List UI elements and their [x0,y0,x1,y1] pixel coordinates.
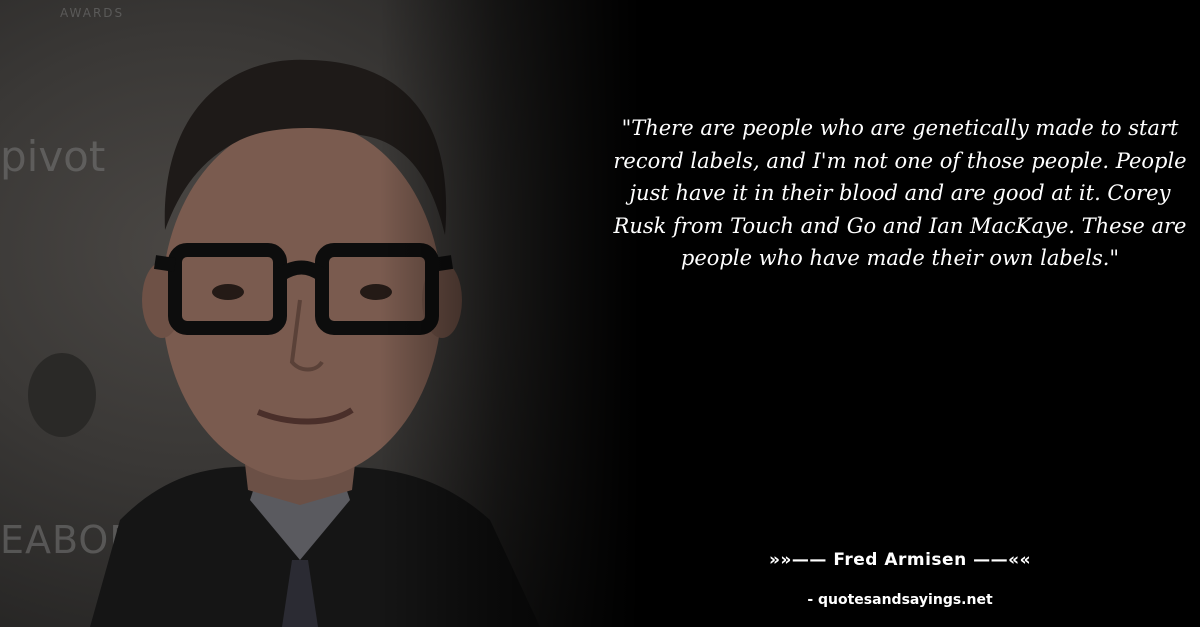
backdrop-silhouette-logo [28,353,96,437]
left-eye [212,284,244,300]
photo-fade-overlay [380,0,640,627]
portrait-photo: AWARDS pivot EABODY [0,0,640,627]
author-attribution: »»—— Fred Armisen ——«« [768,550,1032,570]
quote-card: AWARDS pivot EABODY "There are people wh… [0,0,1200,627]
quote-text: "There are people who are genetically ma… [613,116,1187,270]
source-site-link[interactable]: - quotesandsayings.net [600,592,1200,608]
